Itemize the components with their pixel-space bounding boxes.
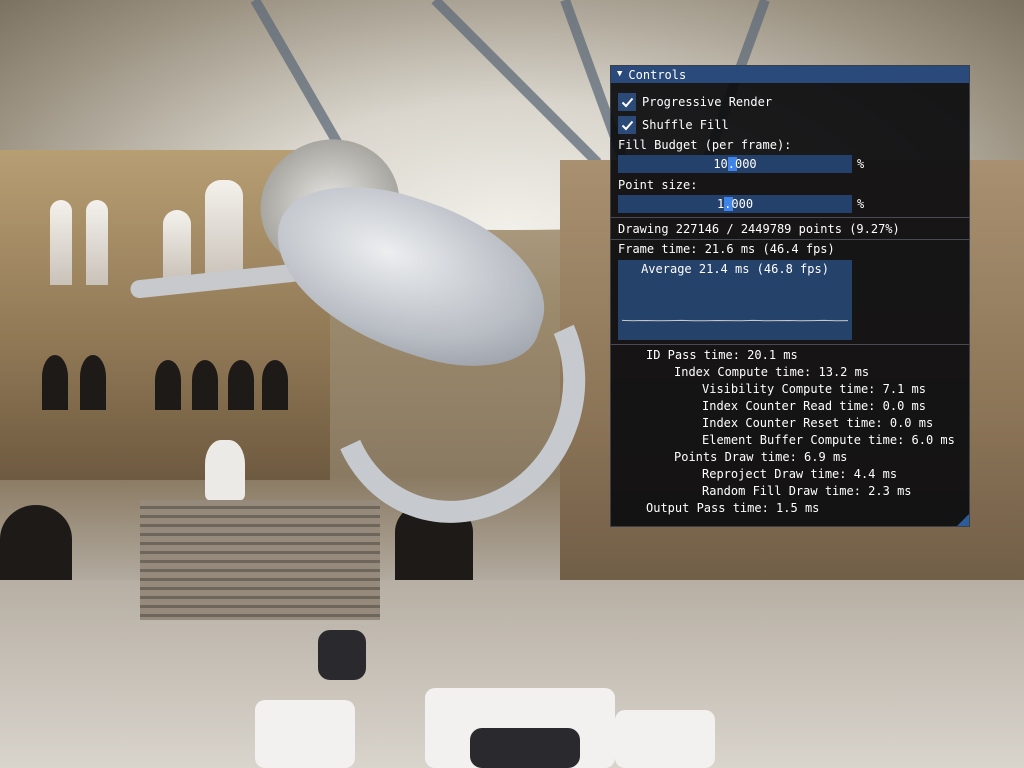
- fill-budget-label: Fill Budget (per frame):: [618, 138, 792, 152]
- checkmark-icon: [621, 120, 633, 130]
- dark-arch: [155, 360, 181, 410]
- shuffle-fill-toggle[interactable]: Shuffle Fill: [618, 115, 962, 135]
- dark-arch: [192, 360, 218, 410]
- frame-time-plot-overlay: Average 21.4 ms (46.8 fps): [641, 262, 829, 276]
- arched-window: [205, 180, 243, 280]
- fill-budget-unit: %: [857, 157, 865, 171]
- shuffle-fill-checkbox[interactable]: [618, 116, 636, 134]
- drawing-stats: Drawing 227146 / 2449789 points (9.27%): [618, 222, 900, 236]
- progressive-render-label: Progressive Render: [642, 95, 773, 109]
- timing-line: Reproject Draw time: 4.4 ms: [702, 467, 898, 481]
- progressive-render-checkbox[interactable]: [618, 93, 636, 111]
- dark-arch: [42, 355, 68, 410]
- timing-line: Index Counter Read time: 0.0 ms: [702, 399, 926, 413]
- point-size-label: Point size:: [618, 178, 698, 192]
- timing-line: Points Draw time: 6.9 ms: [674, 450, 848, 464]
- timing-line: Random Fill Draw time: 2.3 ms: [702, 484, 912, 498]
- point-size-value: 1.000: [716, 197, 754, 211]
- timing-line: Index Counter Reset time: 0.0 ms: [702, 416, 934, 430]
- timing-line: Visibility Compute time: 7.1 ms: [702, 382, 926, 396]
- separator: [611, 344, 969, 345]
- dark-arch: [262, 360, 288, 410]
- dark-arch: [228, 360, 254, 410]
- arched-window: [50, 200, 72, 285]
- bench: [615, 710, 715, 768]
- frame-time: Frame time: 21.6 ms (46.4 fps): [618, 242, 835, 256]
- dark-archway: [0, 505, 72, 590]
- arched-window: [163, 210, 191, 280]
- timing-line: Index Compute time: 13.2 ms: [674, 365, 870, 379]
- shuffle-fill-label: Shuffle Fill: [642, 118, 729, 132]
- arched-window: [86, 200, 108, 285]
- bench-dark: [318, 630, 366, 680]
- fill-budget-slider[interactable]: 10.000: [618, 155, 852, 173]
- controls-titlebar[interactable]: ▼ Controls: [611, 66, 969, 83]
- frame-time-plot[interactable]: Average 21.4 ms (46.8 fps): [618, 260, 852, 340]
- resize-grip-icon[interactable]: [957, 514, 969, 526]
- bench: [255, 700, 355, 768]
- timing-line: Output Pass time: 1.5 ms: [646, 501, 820, 515]
- checkmark-icon: [621, 97, 633, 107]
- staircase: [140, 500, 380, 620]
- timing-line: Element Buffer Compute time: 6.0 ms: [702, 433, 955, 447]
- dark-arch: [80, 355, 106, 410]
- statue: [205, 440, 245, 500]
- controls-window[interactable]: ▼ Controls Progressive Render Shuffle Fi…: [610, 65, 970, 527]
- timing-line: ID Pass time: 20.1 ms: [646, 348, 798, 362]
- separator: [611, 217, 969, 218]
- bench-dark: [470, 728, 580, 768]
- collapse-triangle-icon[interactable]: ▼: [617, 70, 622, 79]
- progressive-render-toggle[interactable]: Progressive Render: [618, 92, 962, 112]
- fill-budget-value: 10.000: [713, 157, 757, 171]
- point-size-slider[interactable]: 1.000: [618, 195, 852, 213]
- separator: [611, 239, 969, 240]
- point-size-unit: %: [857, 197, 865, 211]
- window-title: Controls: [628, 67, 687, 82]
